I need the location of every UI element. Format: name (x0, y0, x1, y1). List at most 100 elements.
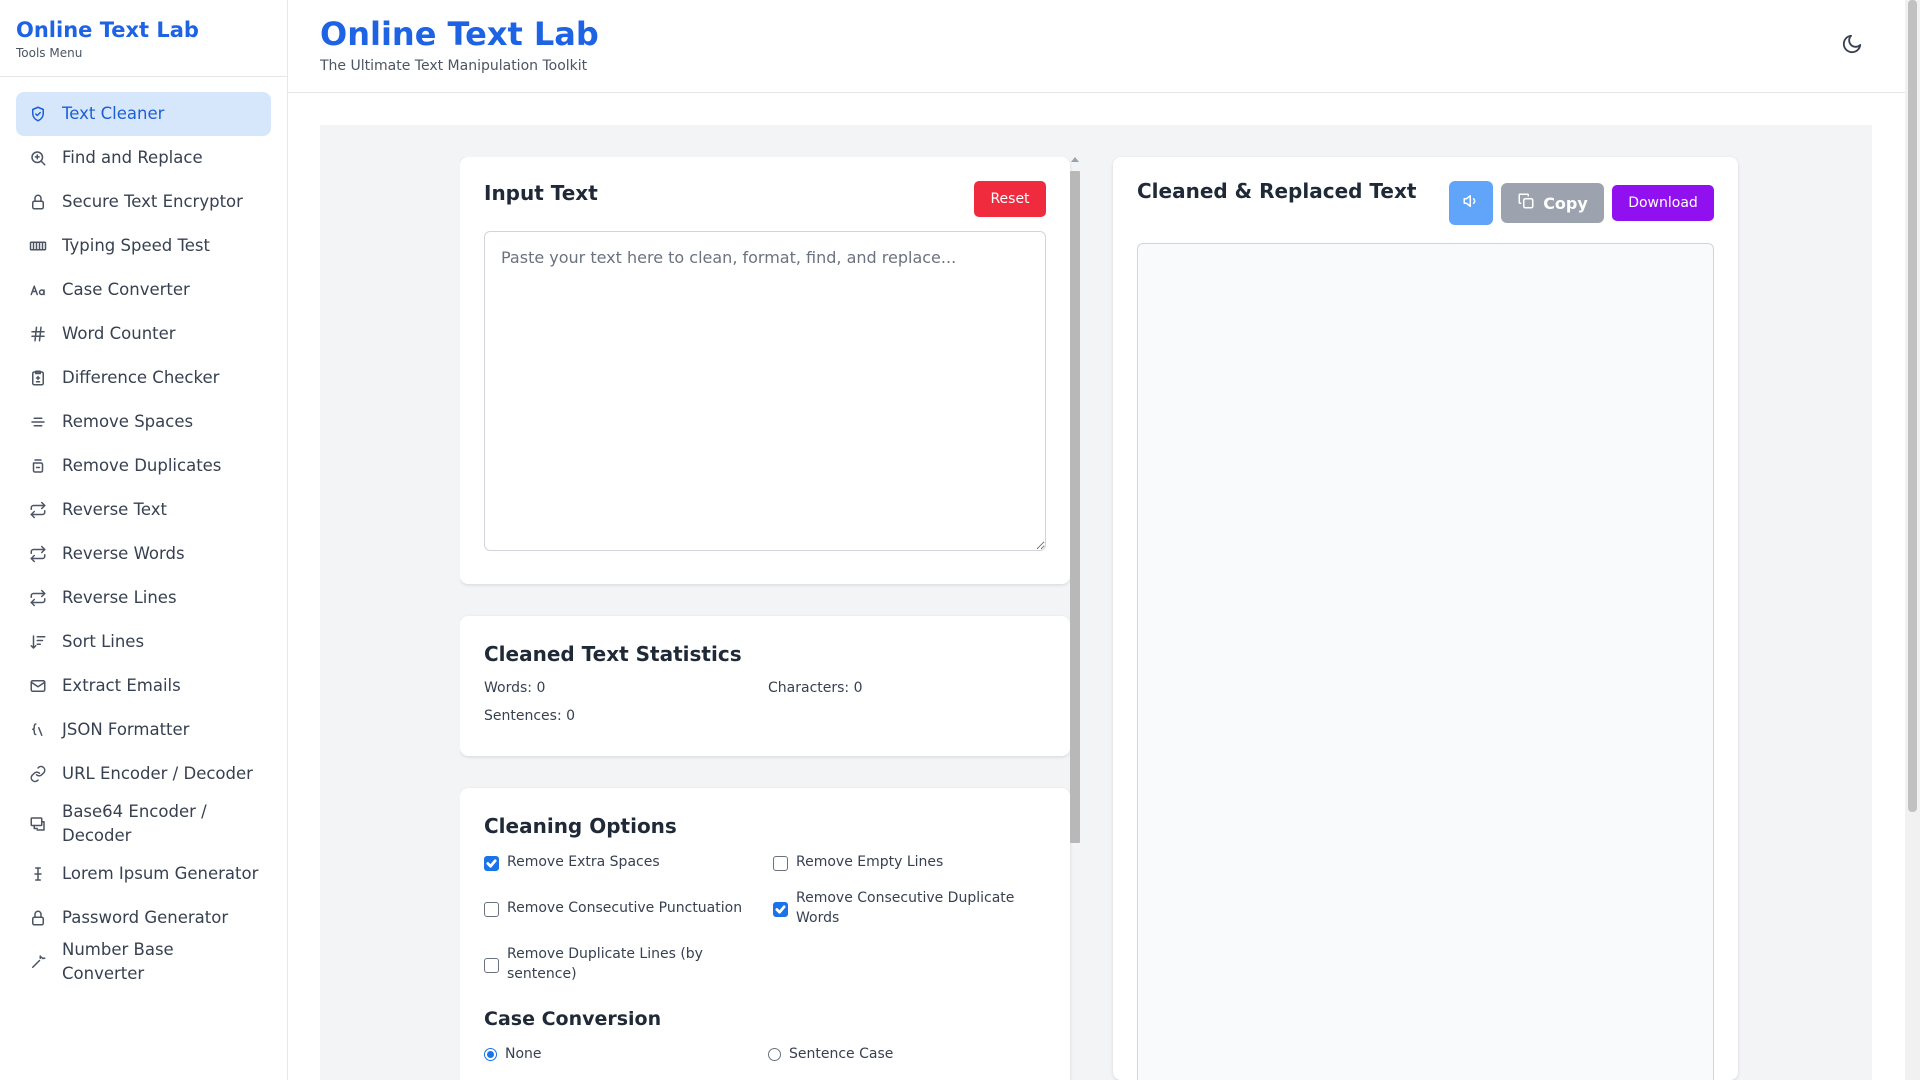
shield-check-icon (28, 104, 48, 124)
checkbox[interactable] (773, 855, 788, 871)
radio[interactable] (768, 1047, 781, 1061)
download-button[interactable]: Download (1612, 185, 1714, 221)
sidebar-item-password-generator[interactable]: Password Generator (16, 896, 271, 940)
sidebar-item-lorem-ipsum-generator[interactable]: Lorem Ipsum Generator (16, 852, 271, 896)
sidebar-item-typing-speed-test[interactable]: Typing Speed Test (16, 224, 271, 268)
sidebar-item-case-converter[interactable]: Case Converter (16, 268, 271, 312)
mail-icon (28, 676, 48, 696)
sidebar-item-label: URL Encoder / Decoder (62, 764, 253, 783)
keyboard-icon (28, 236, 48, 256)
option-label: Remove Consecutive Duplicate Words (796, 890, 1015, 926)
option-remove-duplicate-lines[interactable]: Remove Duplicate Lines (by sentence) (484, 944, 773, 984)
radio-selected[interactable] (484, 1047, 497, 1061)
sidebar-item-difference-checker[interactable]: Difference Checker (16, 356, 271, 400)
checkbox[interactable] (484, 901, 499, 917)
stat-characters: Characters: 0 (768, 680, 863, 696)
options-grid: Remove Extra Spaces Remove Empty Lines R… (484, 852, 1046, 984)
checkbox[interactable] (484, 957, 499, 973)
sidebar-item-label: Remove Duplicates (62, 456, 222, 475)
option-remove-empty-lines[interactable]: Remove Empty Lines (773, 852, 1043, 872)
sidebar-item-label: Find and Replace (62, 148, 203, 167)
sidebar-brand[interactable]: Online Text Lab (16, 18, 271, 42)
encode-icon (28, 814, 48, 834)
sidebar-item-label: Reverse Lines (62, 588, 177, 607)
sidebar-header: Online Text Lab Tools Menu (0, 0, 287, 77)
sidebar-item-reverse-text[interactable]: Reverse Text (16, 488, 271, 532)
page-scrollbar[interactable] (1905, 0, 1920, 1080)
option-remove-consecutive-duplicate-words[interactable]: Remove Consecutive Duplicate Words (773, 888, 1043, 928)
json-icon (28, 720, 48, 740)
repeat-icon (28, 500, 48, 520)
output-actions: Copy Download (1449, 181, 1714, 225)
input-text-card: Input Text Reset (460, 157, 1070, 584)
case-radio-group: None Sentence Case (484, 1044, 1046, 1064)
sidebar-item-url-encoder-decoder[interactable]: URL Encoder / Decoder (16, 752, 271, 796)
sidebar-item-label: Lorem Ipsum Generator (62, 864, 259, 883)
sidebar-item-find-and-replace[interactable]: Find and Replace (16, 136, 271, 180)
hash-icon (28, 324, 48, 344)
sidebar-item-sort-lines[interactable]: Sort Lines (16, 620, 271, 664)
sidebar-item-remove-spaces[interactable]: Remove Spaces (16, 400, 271, 444)
left-panel-scrollbar[interactable] (1069, 157, 1080, 1080)
case-conversion-title: Case Conversion (484, 1008, 662, 1030)
copy-button[interactable]: Copy (1501, 183, 1604, 223)
sidebar-item-reverse-words[interactable]: Reverse Words (16, 532, 271, 576)
sidebar-item-label: Typing Speed Test (62, 236, 210, 255)
sidebar-item-label: Reverse Text (62, 500, 167, 519)
theme-toggle-button[interactable] (1836, 30, 1868, 62)
options-card-title: Cleaning Options (484, 814, 677, 838)
output-card: Cleaned & Replaced Text Copy Download (1113, 157, 1738, 1080)
sidebar-item-text-cleaner[interactable]: Text Cleaner (16, 92, 271, 136)
sidebar-item-label: Sort Lines (62, 632, 145, 651)
option-remove-consecutive-punctuation[interactable]: Remove Consecutive Punctuation (484, 888, 773, 928)
radio-label: Sentence Case (789, 1046, 894, 1062)
output-textarea[interactable] (1137, 243, 1714, 1080)
lock-icon (28, 908, 48, 928)
option-label: Remove Consecutive Punctuation (507, 900, 743, 916)
copy-button-label: Copy (1543, 193, 1588, 213)
option-label: Remove Empty Lines (796, 854, 944, 870)
speak-button[interactable] (1449, 181, 1493, 225)
sidebar-item-base64-encoder-decoder[interactable]: Base64 Encoder / Decoder (16, 796, 271, 852)
case-option-sentence-case[interactable]: Sentence Case (768, 1044, 1038, 1064)
input-textarea[interactable] (484, 231, 1046, 551)
clipboard-diff-icon (28, 368, 48, 388)
left-panel-scroll[interactable]: Input Text Reset Cleaned Text Statistics… (460, 157, 1078, 1080)
sidebar-item-label: Case Converter (62, 280, 190, 299)
sidebar-item-label: Number Base Converter (62, 940, 174, 983)
sidebar: Online Text Lab Tools Menu Text Cleaner … (0, 0, 288, 1080)
sidebar-item-label: Secure Text Encryptor (62, 192, 243, 211)
checkbox-checked[interactable] (484, 855, 499, 871)
repeat-icon (28, 588, 48, 608)
option-remove-extra-spaces[interactable]: Remove Extra Spaces (484, 852, 773, 872)
case-icon (28, 280, 48, 300)
workspace: Input Text Reset Cleaned Text Statistics… (320, 125, 1872, 1080)
wand-icon (28, 952, 48, 972)
scroll-up-arrow-icon[interactable] (1070, 157, 1079, 162)
reset-button[interactable]: Reset (974, 181, 1046, 217)
sidebar-item-extract-emails[interactable]: Extract Emails (16, 664, 271, 708)
scrollbar-thumb[interactable] (1070, 171, 1080, 843)
sidebar-item-label: Base64 Encoder / Decoder (62, 802, 207, 845)
page-header: Online Text Lab The Ultimate Text Manipu… (288, 0, 1920, 93)
sidebar-item-remove-duplicates[interactable]: Remove Duplicates (16, 444, 271, 488)
speaker-icon (1462, 192, 1480, 214)
sidebar-item-json-formatter[interactable]: JSON Formatter (16, 708, 271, 752)
sidebar-item-word-counter[interactable]: Word Counter (16, 312, 271, 356)
search-replace-icon (28, 148, 48, 168)
sidebar-item-secure-text-encryptor[interactable]: Secure Text Encryptor (16, 180, 271, 224)
checkbox-checked[interactable] (773, 901, 788, 917)
sidebar-item-label: Remove Spaces (62, 412, 194, 431)
sidebar-item-label: Extract Emails (62, 676, 181, 695)
duplicate-icon (28, 456, 48, 476)
sort-icon (28, 632, 48, 652)
sidebar-item-label: JSON Formatter (62, 720, 190, 739)
input-card-title: Input Text (484, 181, 598, 205)
sidebar-item-reverse-lines[interactable]: Reverse Lines (16, 576, 271, 620)
option-label: Remove Duplicate Lines (by sentence) (507, 946, 703, 982)
page-scrollbar-thumb[interactable] (1908, 0, 1917, 812)
case-option-none[interactable]: None (484, 1044, 768, 1064)
cleaning-options-card: Cleaning Options Remove Extra Spaces Rem… (460, 788, 1070, 1080)
sidebar-item-number-base-converter[interactable]: Number Base Converter (16, 940, 271, 984)
sidebar-item-label: Difference Checker (62, 368, 220, 387)
